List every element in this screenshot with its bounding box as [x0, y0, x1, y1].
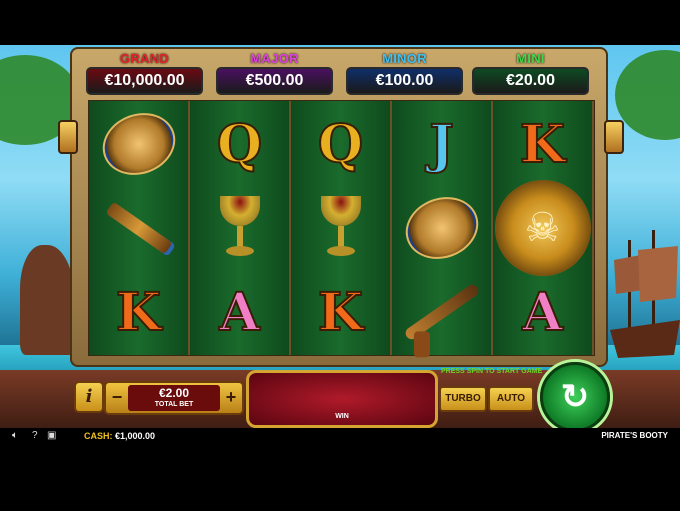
symbol-j: J: [392, 103, 491, 185]
game-title: PIRATE'S BOOTY: [601, 431, 668, 440]
symbol-letter: Q: [317, 113, 364, 176]
symbol-skull: ☠: [493, 180, 592, 276]
jackpot-grand-value: €10,000.00: [86, 67, 203, 95]
symbol-letter: A: [218, 281, 260, 344]
cliff-left: [20, 245, 75, 355]
symbol-compass: [392, 187, 491, 269]
bet-value: €2.00: [158, 386, 190, 400]
bet-label: TOTAL BET: [154, 401, 194, 408]
jackpot-mini: MINI €20.00: [472, 51, 589, 95]
symbol-k: K: [89, 271, 188, 353]
reel-1: K: [89, 101, 190, 355]
symbol-q: Q: [291, 103, 390, 185]
bet-selector: − €2.00 TOTAL BET +: [104, 381, 244, 415]
speaker-icon[interactable]: 🔈︎: [12, 430, 18, 441]
bet-display: €2.00 TOTAL BET: [128, 385, 220, 411]
chalice-icon: [320, 196, 361, 260]
jackpot-major-value: €500.00: [216, 67, 333, 95]
jackpot-grand-name: GRAND: [119, 51, 170, 66]
cash-label: CASH:: [84, 431, 113, 441]
jackpot-grand: GRAND €10,000.00: [86, 51, 203, 95]
symbol-k: K: [291, 271, 390, 353]
reel-2: QA: [190, 101, 291, 355]
chalice-icon: [219, 196, 260, 260]
palm-leaves-right: [615, 50, 680, 140]
skull-icon: ☠: [494, 180, 591, 276]
symbol-spyglass: [89, 187, 188, 269]
symbol-a: A: [190, 271, 289, 353]
symbol-letter: A: [521, 281, 563, 344]
turbo-button[interactable]: TURBO: [439, 386, 487, 412]
symbol-letter: K: [519, 113, 566, 176]
symbol-pistol: [392, 271, 491, 353]
jackpot-mini-name: MINI: [516, 51, 545, 66]
pirate-ship: [610, 230, 680, 358]
symbol-k: K: [493, 103, 592, 185]
bet-increase-button[interactable]: +: [222, 386, 240, 410]
jackpot-minor: MINOR €100.00: [346, 51, 463, 95]
symbol-letter: J: [428, 113, 455, 176]
symbol-q: Q: [190, 103, 289, 185]
spin-arrows-icon: ↻: [560, 378, 590, 416]
reel-5: K ☠ A: [493, 101, 594, 355]
reel-3: QK: [291, 101, 392, 355]
press-spin-message: PRESS SPIN TO START GAME: [441, 368, 543, 375]
lantern-left: [58, 120, 78, 154]
symbol-compass: [89, 103, 188, 185]
symbol-chalice: [291, 187, 390, 269]
pistol-icon: [402, 282, 481, 342]
symbol-chalice: [190, 187, 289, 269]
fullscreen-icon[interactable]: ▣: [47, 430, 56, 441]
jackpot-major: MAJOR €500.00: [216, 51, 333, 95]
symbol-a: A: [493, 271, 592, 353]
jackpot-major-name: MAJOR: [250, 51, 299, 66]
jackpot-mini-value: €20.00: [472, 67, 589, 95]
control-panel: i − €2.00 TOTAL BET + WIN PRESS SPIN TO …: [74, 362, 612, 432]
auto-button[interactable]: AUTO: [488, 386, 534, 412]
status-bar: 🔈︎ ? ▣ CASH: €1,000.00 PIRATE'S BOOTY: [0, 428, 680, 444]
jackpot-minor-value: €100.00: [346, 67, 463, 95]
reel-grid: K Q A Q K J K ☠ A: [88, 100, 595, 356]
question-icon[interactable]: ?: [32, 430, 38, 441]
win-display: WIN: [246, 370, 438, 428]
compass-icon: [396, 187, 487, 269]
info-button[interactable]: i: [74, 381, 104, 413]
symbol-letter: K: [317, 281, 364, 344]
lantern-right: [604, 120, 624, 154]
symbol-letter: K: [115, 281, 162, 344]
reel-4: J: [392, 101, 493, 355]
bet-decrease-button[interactable]: −: [108, 386, 126, 410]
compass-icon: [93, 103, 184, 185]
win-label: WIN: [335, 413, 349, 420]
jackpot-minor-name: MINOR: [382, 51, 427, 66]
jackpot-panel: GRAND €10,000.00 MAJOR €500.00 MINOR €10…: [86, 51, 592, 95]
spin-button[interactable]: ↻: [540, 362, 610, 432]
symbol-letter: Q: [216, 113, 263, 176]
spyglass-icon: [104, 201, 173, 255]
cash-value: €1,000.00: [115, 431, 156, 441]
cash-display: CASH: €1,000.00: [84, 431, 155, 441]
